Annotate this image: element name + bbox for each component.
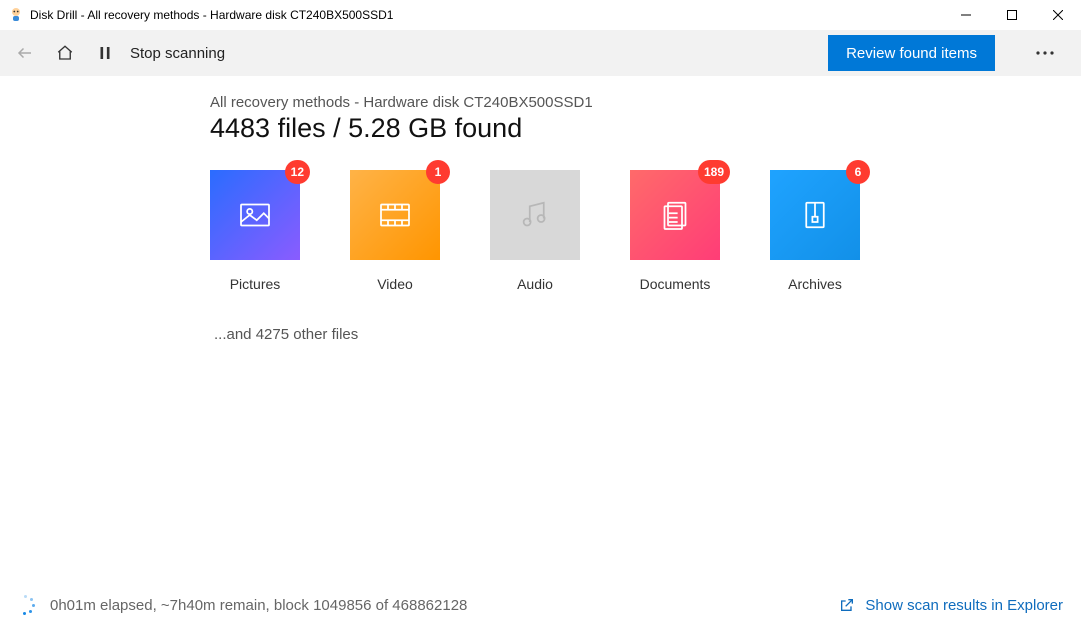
audio-icon	[490, 170, 580, 260]
video-badge: 1	[426, 160, 450, 184]
tile-archives[interactable]: 6 Archives	[770, 170, 860, 292]
tile-video[interactable]: 1 Video	[350, 170, 440, 292]
documents-icon: 189	[630, 170, 720, 260]
minimize-button[interactable]	[943, 0, 989, 30]
tile-audio[interactable]: Audio	[490, 170, 580, 292]
pause-scan-button[interactable]	[96, 44, 114, 62]
pictures-badge: 12	[285, 160, 310, 184]
video-icon: 1	[350, 170, 440, 260]
maximize-button[interactable]	[989, 0, 1035, 30]
window-title: Disk Drill - All recovery methods - Hard…	[30, 8, 393, 22]
archives-label: Archives	[788, 276, 842, 292]
pictures-label: Pictures	[230, 276, 281, 292]
status-text: 0h01m elapsed, ~7h40m remain, block 1049…	[50, 597, 467, 614]
archives-badge: 6	[846, 160, 870, 184]
toolbar: Stop scanning Review found items	[0, 30, 1081, 76]
other-files-text: ...and 4275 other files	[210, 326, 1081, 343]
scan-heading: 4483 files / 5.28 GB found	[210, 113, 1081, 144]
archives-icon: 6	[770, 170, 860, 260]
titlebar: Disk Drill - All recovery methods - Hard…	[0, 0, 1081, 30]
documents-badge: 189	[698, 160, 730, 184]
show-in-explorer-label: Show scan results in Explorer	[865, 597, 1063, 614]
back-button[interactable]	[16, 44, 34, 62]
audio-label: Audio	[517, 276, 553, 292]
pictures-icon: 12	[210, 170, 300, 260]
open-external-icon	[839, 597, 855, 613]
stop-scanning-label[interactable]: Stop scanning	[130, 45, 225, 62]
category-tiles-row: 12 Pictures 1 Video Audio	[210, 170, 1081, 292]
app-window: Disk Drill - All recovery methods - Hard…	[0, 0, 1081, 628]
more-menu-button[interactable]	[1025, 35, 1065, 71]
close-button[interactable]	[1035, 0, 1081, 30]
spinner-icon	[16, 595, 36, 615]
video-label: Video	[377, 276, 413, 292]
show-in-explorer-link[interactable]: Show scan results in Explorer	[839, 597, 1071, 614]
tile-pictures[interactable]: 12 Pictures	[210, 170, 300, 292]
documents-label: Documents	[640, 276, 711, 292]
tile-documents[interactable]: 189 Documents	[630, 170, 720, 292]
scan-subtitle: All recovery methods - Hardware disk CT2…	[210, 94, 1081, 111]
status-bar: 0h01m elapsed, ~7h40m remain, block 1049…	[0, 582, 1081, 628]
main-content: All recovery methods - Hardware disk CT2…	[0, 76, 1081, 582]
review-found-items-button[interactable]: Review found items	[828, 35, 995, 71]
app-icon	[8, 7, 24, 23]
window-controls	[943, 0, 1081, 30]
home-button[interactable]	[56, 44, 74, 62]
